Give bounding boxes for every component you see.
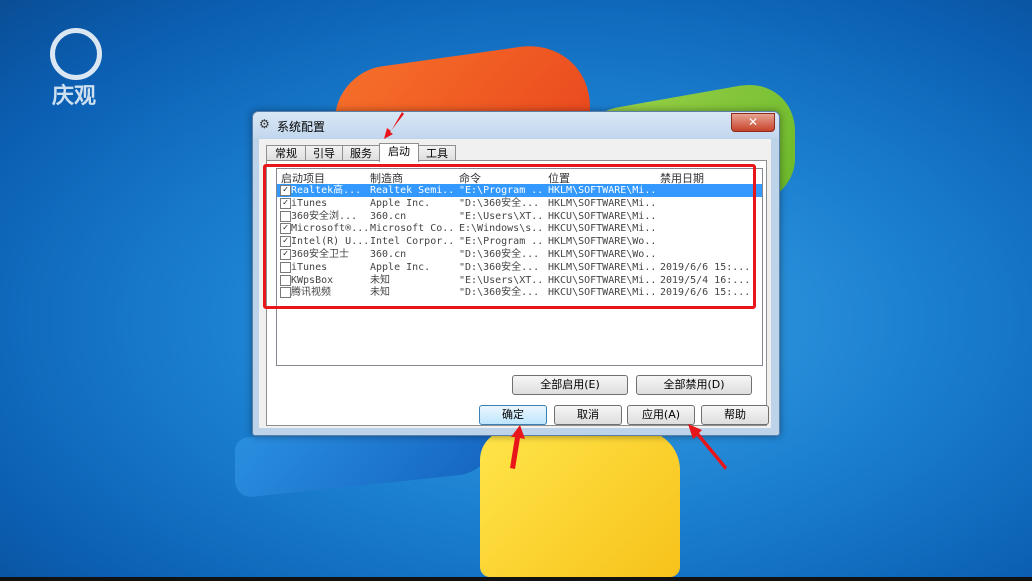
annotation-arrows [384, 112, 727, 470]
taskbar-edge [0, 577, 1032, 581]
arrow-apply-button-icon [688, 424, 727, 470]
tab-startup[interactable]: 启动 [379, 143, 419, 162]
arrow-ok-button-icon [510, 425, 525, 469]
arrow-startup-tab-icon [384, 112, 404, 139]
